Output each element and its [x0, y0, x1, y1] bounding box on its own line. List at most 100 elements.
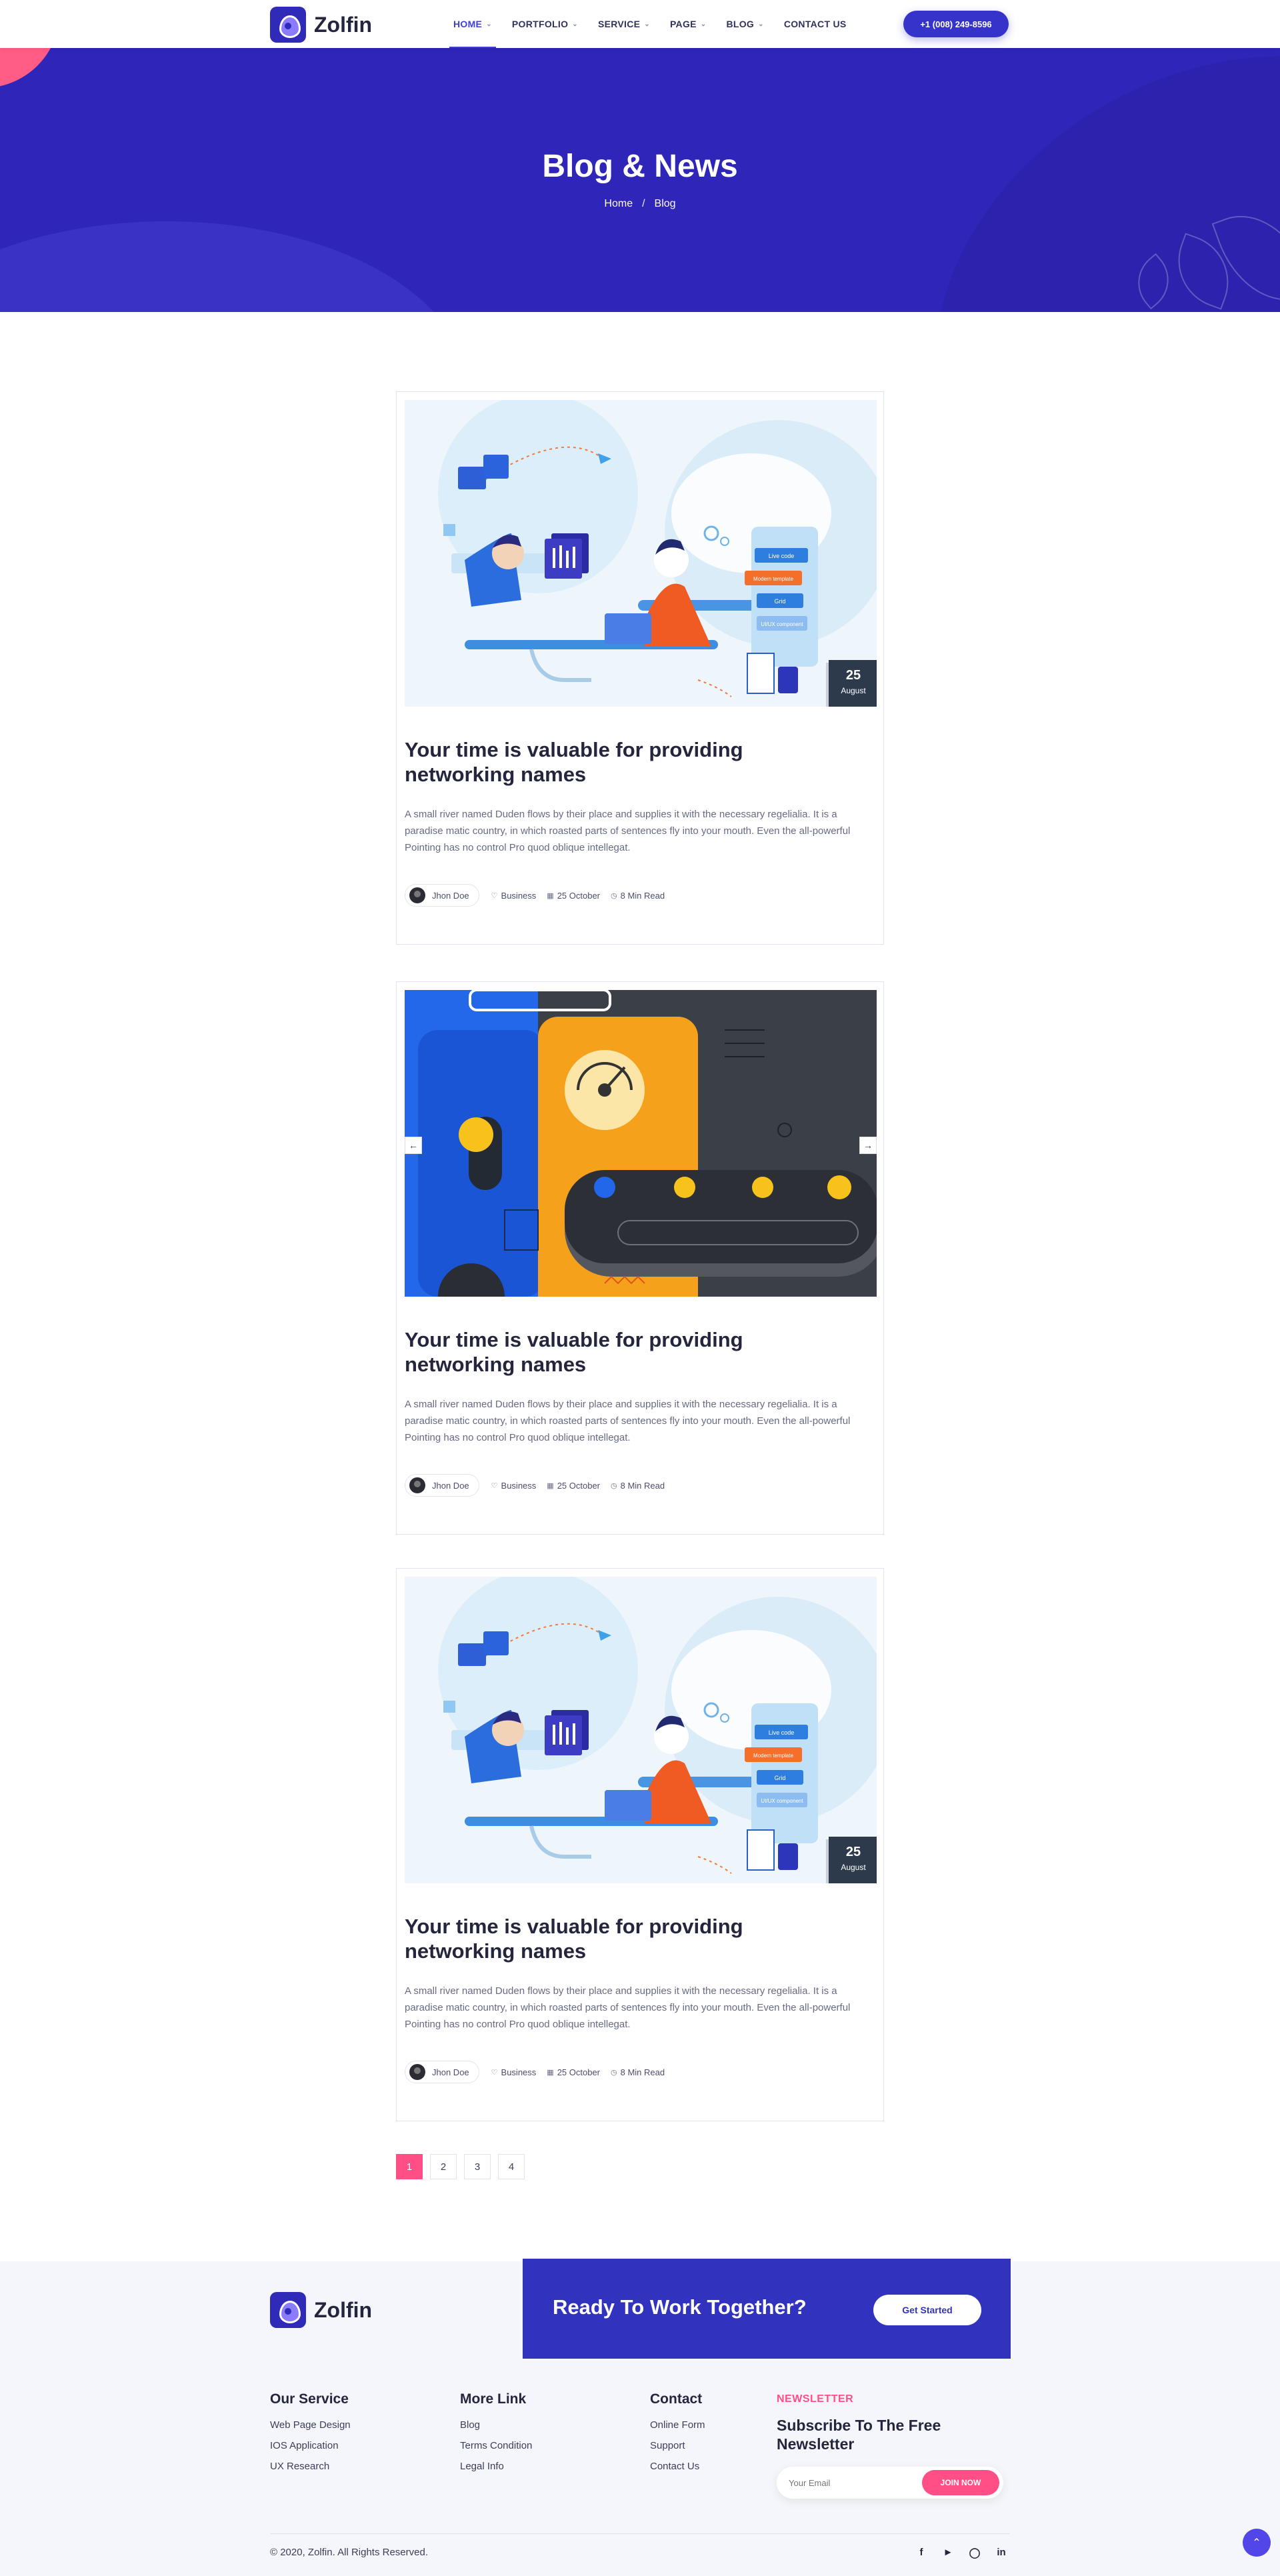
category-link[interactable]: ♡ Business — [491, 1481, 537, 1491]
post-date-label: 25 October — [557, 890, 601, 901]
social-links: f ► ◯ in — [908, 2547, 1015, 2559]
date-badge: 25 August — [829, 1837, 877, 1883]
nav-label: SERVICE — [597, 19, 641, 29]
author-chip[interactable]: Jhon Doe — [405, 884, 479, 907]
nav-label: BLOG — [726, 19, 755, 29]
nav-page[interactable]: PAGE ⌄ — [670, 0, 707, 48]
post-image-slider[interactable]: ← → — [405, 990, 877, 1297]
page-hero: Blog & News Home / Blog — [0, 48, 1280, 312]
post-date: ▦ 25 October — [547, 2067, 600, 2077]
site-header: Zolfin HOME ⌄ PORTFOLIO ⌄ SERVICE ⌄ PAGE ⌄ B… — [0, 0, 1280, 48]
newsletter-title: Subscribe To The Free Newsletter — [777, 2417, 941, 2453]
illustration-label: Modern template — [753, 576, 794, 582]
footer-col-title: More Link — [460, 2391, 527, 2407]
footer-divider — [270, 2533, 1010, 2534]
team-illustration: Live code Modern template Grid UI/UX com… — [405, 1577, 877, 1883]
calendar-icon: ▦ — [547, 891, 554, 900]
post-date: ▦ 25 October — [547, 891, 600, 901]
post-meta: Jhon Doe ♡ Business ▦ 25 October ◷ 8 Min Re… — [405, 2060, 675, 2084]
abstract-illustration — [405, 990, 877, 1297]
linkedin-icon[interactable]: in — [988, 2547, 1015, 2559]
footer-link[interactable]: Terms Condition — [460, 2440, 532, 2451]
post-excerpt: A small river named Duden flows by their… — [405, 1399, 851, 1443]
illustration-label: Grid — [774, 1775, 785, 1781]
footer-link[interactable]: Support — [650, 2440, 705, 2451]
phone-button[interactable]: +1 (008) 249-8596 — [903, 11, 1009, 37]
footer-link[interactable]: Legal Info — [460, 2461, 532, 2472]
breadcrumb-current: Blog — [654, 198, 676, 209]
nav-blog[interactable]: BLOG ⌄ — [726, 0, 763, 48]
author-name: Jhon Doe — [432, 890, 469, 901]
brand-logo[interactable]: Zolfin — [270, 7, 372, 43]
blog-post-card: ← → Your time is valuable for providing … — [396, 981, 884, 1535]
footer-link[interactable]: Web Page Design — [270, 2419, 351, 2431]
author-chip[interactable]: Jhon Doe — [405, 1474, 479, 1497]
nav-home[interactable]: HOME ⌄ — [449, 0, 496, 48]
post-title[interactable]: Your time is valuable for providing netw… — [405, 1327, 818, 1377]
pagination: 1 2 3 4 — [396, 2154, 532, 2179]
post-meta: Jhon Doe ♡ Business ▦ 25 October ◷ 8 Min Re… — [405, 883, 675, 907]
logo-icon — [270, 2292, 306, 2328]
post-excerpt: A small river named Duden flows by their… — [405, 1985, 851, 2030]
post-title[interactable]: Your time is valuable for providing netw… — [405, 737, 818, 787]
footer-logo[interactable]: Zolfin — [270, 2292, 372, 2328]
tag-icon: ♡ — [491, 1481, 498, 1490]
logo-icon — [270, 7, 306, 43]
page-button-2[interactable]: 2 — [430, 2154, 457, 2179]
join-now-button[interactable]: JOIN NOW — [922, 2470, 999, 2495]
breadcrumb-home[interactable]: Home — [604, 198, 633, 209]
newsletter-form: JOIN NOW — [777, 2467, 1003, 2499]
illustration-label: Live code — [769, 553, 795, 559]
team-illustration: Live code Modern template Grid UI/UX com… — [405, 400, 877, 707]
tag-icon: ♡ — [491, 2068, 498, 2077]
footer-link[interactable]: Blog — [460, 2419, 532, 2431]
nav-label: HOME — [453, 19, 483, 29]
chevron-down-icon: ⌄ — [486, 20, 492, 28]
illustration-label: UI/UX component — [761, 1798, 803, 1804]
twitter-icon[interactable]: ► — [935, 2547, 961, 2559]
author-name: Jhon Doe — [432, 1480, 469, 1491]
date-badge: 25 August — [829, 660, 877, 707]
chevron-down-icon: ⌄ — [572, 20, 578, 28]
instagram-icon[interactable]: ◯ — [961, 2547, 988, 2559]
calendar-icon: ▦ — [547, 1481, 554, 1490]
footer-col-title: Our Service — [270, 2391, 349, 2407]
email-field[interactable] — [789, 2476, 909, 2489]
facebook-icon[interactable]: f — [908, 2547, 935, 2559]
post-image[interactable]: Live code Modern template Grid UI/UX com… — [405, 1577, 877, 1883]
get-started-button[interactable]: Get Started — [873, 2295, 981, 2325]
scroll-to-top-button[interactable]: ⌃ — [1243, 2529, 1271, 2557]
post-date-label: 25 October — [557, 2067, 601, 2077]
author-name: Jhon Doe — [432, 2067, 469, 2077]
slider-prev-button[interactable]: ← — [405, 1137, 422, 1154]
decor-wave — [0, 221, 467, 312]
post-image[interactable]: Live code Modern template Grid UI/UX com… — [405, 400, 877, 707]
illustration-label: UI/UX component — [761, 621, 803, 627]
nav-service[interactable]: SERVICE ⌄ — [598, 0, 650, 48]
breadcrumb: Home / Blog — [0, 198, 1280, 210]
brand-name: Zolfin — [314, 12, 373, 37]
category-link[interactable]: ♡ Business — [491, 891, 537, 901]
nav-contact[interactable]: CONTACT US — [784, 0, 847, 48]
page-button-3[interactable]: 3 — [464, 2154, 491, 2179]
avatar — [409, 2064, 425, 2080]
footer-link[interactable]: IOS Application — [270, 2440, 351, 2451]
nav-portfolio[interactable]: PORTFOLIO ⌄ — [512, 0, 578, 48]
page-button-1[interactable]: 1 — [396, 2154, 423, 2179]
illustration-label: Modern template — [753, 1753, 794, 1759]
post-title[interactable]: Your time is valuable for providing netw… — [405, 1914, 818, 1963]
breadcrumb-separator: / — [642, 198, 645, 209]
category-link[interactable]: ♡ Business — [491, 2067, 537, 2077]
illustration-label: Grid — [774, 598, 785, 605]
date-month: August — [841, 1863, 866, 1872]
footer-link[interactable]: Online Form — [650, 2419, 705, 2431]
blog-post-card: Live code Modern template Grid UI/UX com… — [396, 1568, 884, 2121]
nav-label: PORTFOLIO — [511, 19, 569, 29]
category-label: Business — [501, 1480, 537, 1491]
date-day: 25 — [845, 668, 861, 683]
author-chip[interactable]: Jhon Doe — [405, 2061, 479, 2083]
footer-link[interactable]: UX Research — [270, 2461, 351, 2472]
slider-next-button[interactable]: → — [859, 1137, 877, 1154]
page-button-4[interactable]: 4 — [498, 2154, 525, 2179]
footer-link[interactable]: Contact Us — [650, 2461, 705, 2472]
